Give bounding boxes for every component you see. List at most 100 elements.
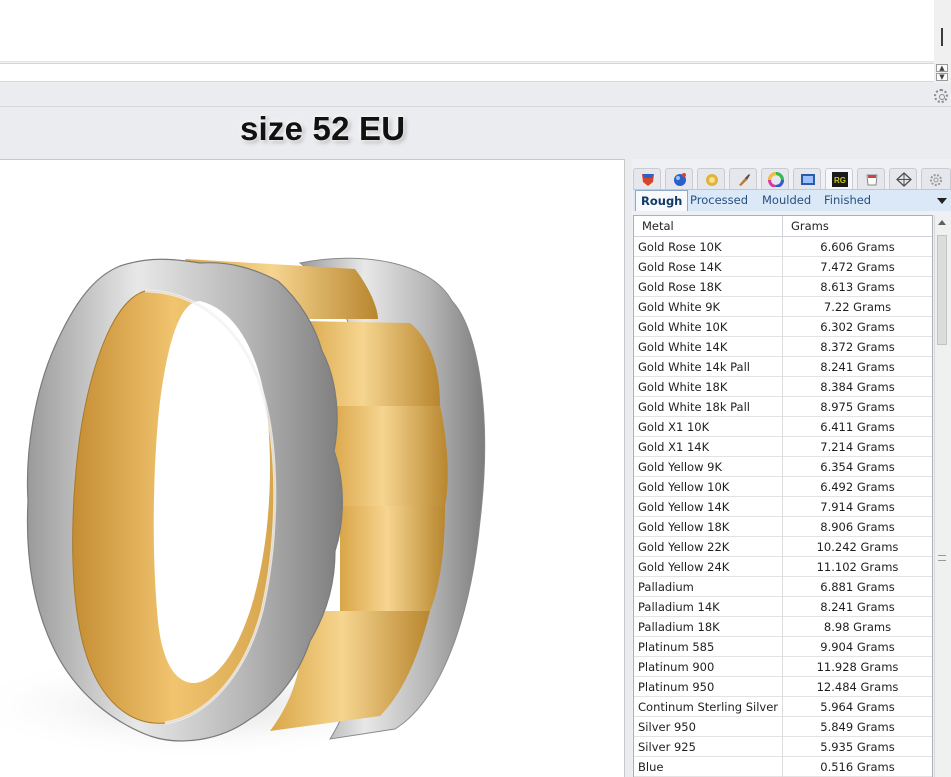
table-row[interactable]: Gold Yellow 24K 11.102 Grams [634, 557, 932, 577]
metal-cell: Gold Rose 10K [634, 237, 783, 257]
gem-icon[interactable] [697, 168, 725, 190]
spin-up-icon[interactable]: ▲ [936, 64, 948, 72]
table-row[interactable]: Platinum 900 11.928 Grams [634, 657, 932, 677]
table-row[interactable]: Gold White 14K 8.372 Grams [634, 337, 932, 357]
grams-cell: 6.492 Grams [820, 480, 895, 494]
spin-down-icon[interactable]: ▼ [936, 73, 948, 81]
grams-cell: 6.411 Grams [820, 420, 895, 434]
metal-cell: Gold Yellow 10K [634, 477, 783, 497]
table-row[interactable]: Gold White 10K 6.302 Grams [634, 317, 932, 337]
command-prompt-input[interactable] [0, 63, 934, 82]
table-row[interactable]: Platinum 585 9.904 Grams [634, 637, 932, 657]
table-row[interactable]: Gold Yellow 18K 8.906 Grams [634, 517, 932, 537]
metal-cell: Blue [634, 757, 783, 777]
layers-shield-icon[interactable] [633, 168, 661, 190]
table-row[interactable]: Gold X1 14K 7.214 Grams [634, 437, 932, 457]
column-header-metal[interactable]: Metal [634, 216, 783, 237]
table-row[interactable]: Gold White 18K 8.384 Grams [634, 377, 932, 397]
gear-icon[interactable] [934, 89, 948, 103]
toolbar-strip [0, 83, 951, 107]
snap-target-icon[interactable] [889, 168, 917, 190]
render-viewport[interactable] [0, 159, 625, 777]
metal-cell: Continum Sterling Silver [634, 697, 783, 717]
tab-moulded[interactable]: Moulded [757, 190, 816, 211]
command-spinner[interactable]: ▲ ▼ [934, 63, 951, 82]
table-row[interactable]: Gold White 9K 7.22 Grams [634, 297, 932, 317]
grams-cell: 8.384 Grams [820, 380, 895, 394]
tab-processed[interactable]: Processed [685, 190, 753, 211]
grams-cell: 7.914 Grams [820, 500, 895, 514]
grams-cell: 8.241 Grams [820, 600, 895, 614]
gold-link-3 [330, 406, 448, 506]
table-row[interactable]: Gold Yellow 9K 6.354 Grams [634, 457, 932, 477]
ring-weight-icon[interactable] [857, 168, 885, 190]
table-row[interactable]: Continum Sterling Silver 5.964 Grams [634, 697, 932, 717]
grams-cell: 8.906 Grams [820, 520, 895, 534]
table-row[interactable]: Gold X1 10K 6.411 Grams [634, 417, 932, 437]
table-row[interactable]: Palladium 14K 8.241 Grams [634, 597, 932, 617]
metal-cell: Gold White 14K [634, 337, 783, 357]
grams-cell: 11.928 Grams [816, 660, 899, 674]
color-wheel-icon[interactable] [761, 168, 789, 190]
grams-cell: 8.241 Grams [820, 360, 895, 374]
metal-cell: Gold Yellow 9K [634, 457, 783, 477]
table-scrollbar[interactable] [934, 215, 949, 777]
render-window-icon[interactable] [793, 168, 821, 190]
table-row[interactable]: Platinum 950 12.484 Grams [634, 677, 932, 697]
paint-brush-icon[interactable] [729, 168, 757, 190]
metal-cell: Platinum 950 [634, 677, 783, 697]
grams-cell: 10.242 Grams [816, 540, 899, 554]
ring-size-label: size 52 EU [240, 110, 406, 147]
chevron-down-icon[interactable] [937, 198, 947, 204]
table-row[interactable]: Silver 925 5.935 Grams [634, 737, 932, 757]
table-row[interactable]: Gold Yellow 14K 7.914 Grams [634, 497, 932, 517]
metal-cell: Gold Yellow 22K [634, 537, 783, 557]
metal-cell: Gold X1 14K [634, 437, 783, 457]
table-row[interactable]: Gold Rose 10K 6.606 Grams [634, 237, 932, 257]
settings-gear-icon[interactable] [921, 168, 951, 190]
grams-cell: 8.613 Grams [820, 280, 895, 294]
grams-cell: 11.102 Grams [816, 560, 899, 574]
table-row[interactable]: Gold Rose 18K 8.613 Grams [634, 277, 932, 297]
table-row[interactable]: Palladium 18K 8.98 Grams [634, 617, 932, 637]
table-row[interactable]: Gold White 14k Pall 8.241 Grams [634, 357, 932, 377]
metal-cell: Palladium 14K [634, 597, 783, 617]
scrollbar-thumb[interactable] [937, 235, 947, 345]
metal-cell: Palladium 18K [634, 617, 783, 637]
table-row[interactable]: Gold Rose 14K 7.472 Grams [634, 257, 932, 277]
rg-logo-icon[interactable]: RG [825, 168, 853, 190]
grams-cell: 6.606 Grams [820, 240, 895, 254]
metal-cell: Gold X1 10K [634, 417, 783, 437]
panel-splitter[interactable] [625, 159, 632, 777]
metal-cell: Gold Yellow 18K [634, 517, 783, 537]
table-row[interactable]: Palladium 6.881 Grams [634, 577, 932, 597]
scroll-up-icon[interactable] [938, 220, 946, 225]
grams-cell: 7.22 Grams [823, 300, 892, 314]
scrollbar-grip-icon [938, 555, 946, 561]
metal-cell: Gold Rose 14K [634, 257, 783, 277]
grams-cell: 7.472 Grams [820, 260, 895, 274]
metal-cell: Palladium [634, 577, 783, 597]
material-sphere-icon[interactable] [665, 168, 693, 190]
metal-cell: Silver 950 [634, 717, 783, 737]
table-row[interactable]: Silver 950 5.849 Grams [634, 717, 932, 737]
rhino-window: ▲ ▼ size 52 EU RG Rough Processed Moulde… [0, 0, 951, 777]
table-row[interactable]: Gold Yellow 10K 6.492 Grams [634, 477, 932, 497]
command-history[interactable] [0, 0, 934, 62]
metal-cell: Gold White 18k Pall [634, 397, 783, 417]
metal-cell: Gold Yellow 24K [634, 557, 783, 577]
tab-rough[interactable]: Rough [635, 190, 689, 211]
grams-cell: 9.904 Grams [820, 640, 895, 654]
grams-cell: 6.354 Grams [820, 460, 895, 474]
table-row[interactable]: Gold Yellow 22K 10.242 Grams [634, 537, 932, 557]
table-row[interactable]: Gold White 18k Pall 8.975 Grams [634, 397, 932, 417]
command-history-scrollbar[interactable] [934, 0, 951, 62]
table-row[interactable]: Blue 0.516 Grams [634, 757, 932, 777]
text-cursor [941, 28, 943, 46]
grams-cell: 6.881 Grams [820, 580, 895, 594]
ring-render [0, 257, 486, 761]
metal-cell: Platinum 585 [634, 637, 783, 657]
metal-weight-table[interactable]: Metal Grams Gold Rose 10K 6.606 Grams Gold… [633, 215, 933, 777]
column-header-grams[interactable]: Grams [783, 216, 932, 237]
tab-finished[interactable]: Finished [819, 190, 876, 211]
